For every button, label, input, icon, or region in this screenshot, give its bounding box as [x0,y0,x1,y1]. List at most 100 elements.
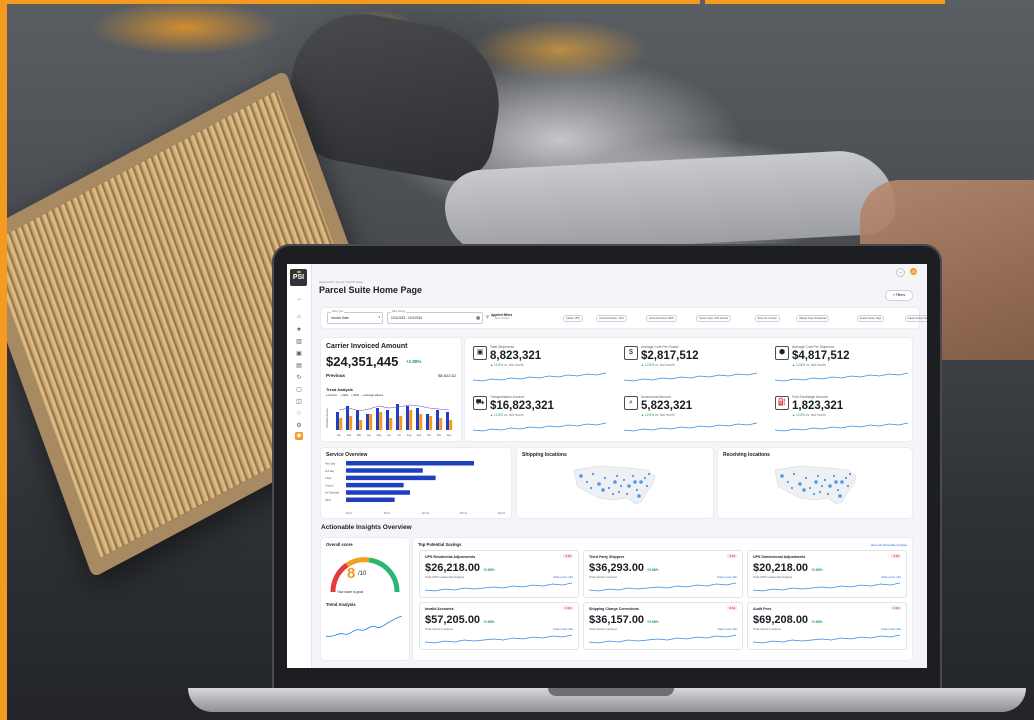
filters-button[interactable]: ▿ Filters [885,290,913,301]
location-dot[interactable] [804,476,808,480]
location-dot[interactable] [631,474,635,478]
location-dot[interactable] [836,488,840,492]
service-bar[interactable] [346,490,410,495]
view-more-link[interactable]: View more info [553,627,573,631]
location-dot[interactable] [814,480,818,484]
bell-icon[interactable]: ♢ [287,410,311,417]
insight-card[interactable]: Audit Fees 1 hr $69,208.00 +2.88% Total car… [747,602,907,650]
us-map-receiving[interactable] [770,462,860,510]
location-dot[interactable] [826,492,830,496]
view-more-link[interactable]: View more info [553,575,573,579]
location-dot[interactable] [846,484,850,488]
home-icon[interactable]: ⌂ [287,314,311,320]
location-dot[interactable] [601,488,605,492]
chart-icon[interactable]: ▥ [287,338,311,345]
psi-logo[interactable]: PSI [290,269,307,286]
insight-card[interactable]: Third Party Shippers 1 hr $36,293.00 +2.88… [583,550,743,598]
location-dot[interactable] [591,472,595,476]
notification-icon[interactable]: ◔ [896,268,905,277]
location-dot[interactable] [589,486,593,490]
insight-card[interactable]: Invalid Accounts 1 hr $57,205.00 +2.88% Tot… [419,602,579,650]
filter-chip[interactable]: Account Number: 1234 [596,315,627,322]
filter-chip[interactable]: Account Number: 5678 [646,315,677,322]
location-dot[interactable] [645,484,649,488]
metric-tile[interactable]: ⛽ Fuel Surcharge Amount 1,823,321 ▲ 12.8% v… [775,394,925,438]
insight-card[interactable]: UPS Residential Adjustments 1 hr $26,218.0… [419,550,579,598]
analytics-icon[interactable]: ◫ [287,398,311,405]
settings-icon[interactable]: ⚙ [287,422,311,429]
location-dot[interactable] [816,474,820,478]
location-dot[interactable] [802,488,806,492]
location-dot[interactable] [607,486,611,490]
filter-chip[interactable]: Service Type: UPS Ground [696,315,731,322]
clear-filters-link[interactable]: Clear all filters [495,318,510,320]
date-range-picker[interactable]: Date Range 1/01/2023 - 1/01/2024 ▦ [387,310,483,324]
insights-icon[interactable]: ◉ [295,432,303,440]
filter-chip[interactable]: Shipper Type: Residential [796,315,830,322]
location-dot[interactable] [597,482,601,486]
metric-tile[interactable]: ⌕ Accessorial Amount 5,823,321 ▲ 12.8% vs. … [624,394,774,438]
service-bar[interactable] [346,482,404,488]
location-dot[interactable] [611,492,615,496]
insight-card[interactable]: UPS Dimensional Adjustments 1 hr $20,218.0… [747,550,907,598]
document-icon[interactable]: ▢ [287,386,311,393]
metric-tile[interactable]: ⬢ Average Cost Per Shipment $4,817,512 ▲ 12… [775,344,925,388]
location-dot[interactable] [820,484,824,488]
location-dot[interactable] [619,484,623,488]
date-type-select[interactable]: Date Type Invoice Date ▾ [327,310,383,324]
location-dot[interactable] [643,476,647,480]
location-dot[interactable] [615,474,619,478]
location-dot[interactable] [828,484,832,488]
filter-chip[interactable]: Zone: 02 +3 more [754,315,780,322]
location-dot[interactable] [617,490,621,494]
refresh-icon[interactable]: ↻ [287,374,311,381]
metric-tile[interactable]: ⛟ Transportation Amount $16,823,321 ▲ 12.8%… [473,394,623,438]
location-dot[interactable] [585,480,589,484]
breadcrumb[interactable]: Dashboard / Home / Parcel Suite [319,280,363,284]
location-dot[interactable] [637,494,641,498]
metric-tile[interactable]: ▣ Total Shipments 8,823,321 ▲ 12.8% vs. las… [473,344,623,388]
truck-icon[interactable]: ▤ [287,362,311,369]
location-dot[interactable] [579,474,583,478]
location-dot[interactable] [798,482,802,486]
insight-card[interactable]: Shipping Charge Corrections 1 hr $36,157.0… [583,602,743,650]
location-dot[interactable] [647,472,651,476]
location-dot[interactable] [625,492,629,496]
expand-arrow-icon[interactable]: → [287,296,311,302]
location-dot[interactable] [818,490,822,494]
filter-chip[interactable]: Invoice Group: Tag1 [856,315,885,322]
location-dot[interactable] [808,486,812,490]
service-bar[interactable] [346,461,474,466]
box-icon[interactable]: ▣ [287,350,311,357]
location-dot[interactable] [603,476,607,480]
location-dot[interactable] [639,480,643,484]
location-dot[interactable] [786,480,790,484]
filter-chip[interactable]: Carrier: UPS [563,315,583,322]
view-more-link[interactable]: View more info [881,575,901,579]
location-dot[interactable] [622,478,626,482]
view-more-link[interactable]: View more info [717,627,737,631]
location-dot[interactable] [844,476,848,480]
location-dot[interactable] [627,484,631,488]
view-all-insights-link[interactable]: View All Actionable Insights [871,543,907,547]
star-icon[interactable]: ★ [287,326,311,333]
location-dot[interactable] [633,480,637,484]
location-dot[interactable] [840,480,844,484]
service-bar[interactable] [346,497,395,503]
location-dot[interactable] [780,474,784,478]
location-dot[interactable] [790,486,794,490]
view-more-link[interactable]: View more info [881,627,901,631]
filter-chip[interactable]: Carrier Group: Invoice [904,315,927,322]
location-dot[interactable] [812,492,816,496]
location-dot[interactable] [823,478,827,482]
metric-tile[interactable]: $ Average Cost Per Pound $2,817,512 ▲ 12.8%… [624,344,774,388]
location-dot[interactable] [832,474,836,478]
location-dot[interactable] [613,480,617,484]
view-more-link[interactable]: View more info [717,575,737,579]
location-dot[interactable] [834,480,838,484]
location-dot[interactable] [792,472,796,476]
service-bar[interactable] [346,468,423,473]
location-dot[interactable] [635,488,639,492]
location-dot[interactable] [848,472,852,476]
location-dot[interactable] [838,494,842,498]
